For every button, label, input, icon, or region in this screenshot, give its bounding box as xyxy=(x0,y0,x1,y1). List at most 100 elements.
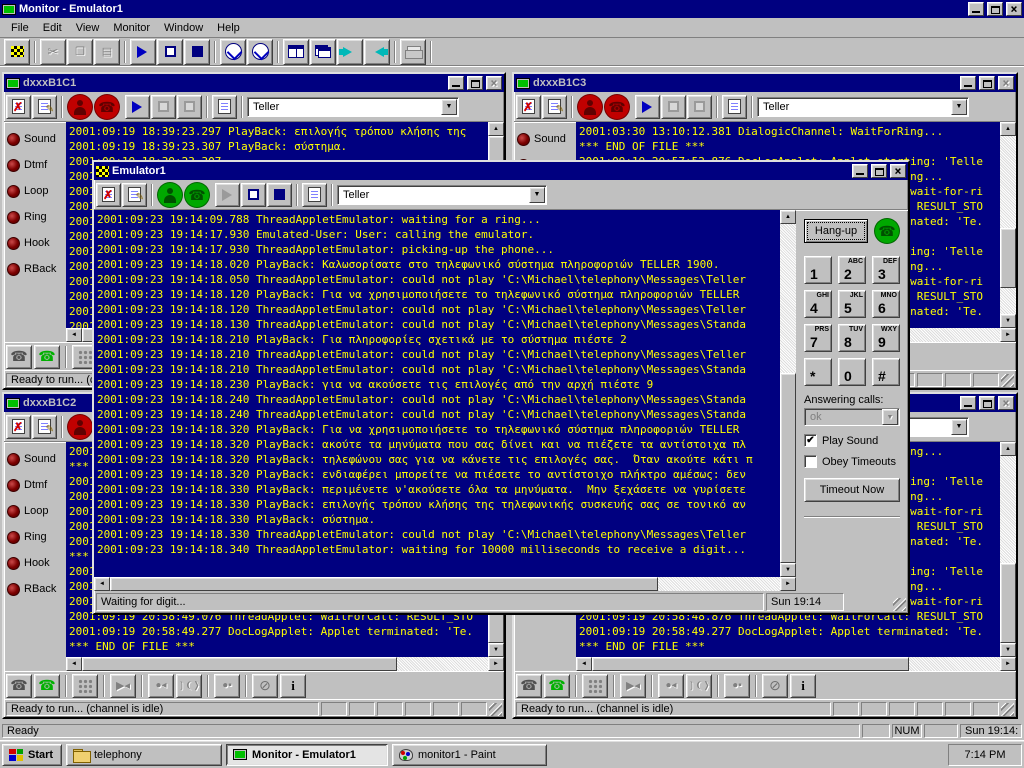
scroll-down-button[interactable]: ▼ xyxy=(780,563,796,577)
keypad-button-7[interactable]: PRS7 xyxy=(804,324,832,352)
abort-button[interactable]: ⊘ xyxy=(252,674,278,698)
obey-timeouts-checkbox[interactable] xyxy=(804,455,817,468)
scroll-right-button[interactable]: ► xyxy=(780,577,796,591)
vertical-scrollbar[interactable]: ▲ ▼ xyxy=(1000,122,1016,328)
prev-window-button[interactable] xyxy=(364,39,390,65)
answering-combo[interactable]: ok ▼ xyxy=(804,408,900,426)
resize-grip[interactable] xyxy=(893,598,906,611)
keypad-button-6[interactable]: MNO6 xyxy=(872,290,900,318)
keypad-button-#[interactable]: # xyxy=(872,358,900,386)
close-button[interactable]: × xyxy=(890,164,906,178)
emulator-titlebar[interactable]: Emulator1 × xyxy=(94,162,908,180)
clear-log-button[interactable]: ✗ xyxy=(96,183,121,207)
connect-button[interactable] xyxy=(220,39,246,65)
scrollbar-thumb[interactable] xyxy=(1000,228,1016,288)
run-all-button[interactable] xyxy=(130,39,156,65)
maximize-button[interactable] xyxy=(987,2,1003,16)
combo-dropdown-button[interactable]: ▼ xyxy=(951,99,967,115)
keypad-button-3[interactable]: DEF3 xyxy=(872,256,900,284)
clear-log-button[interactable]: ✗ xyxy=(6,95,31,119)
combo-dropdown-button[interactable]: ▼ xyxy=(951,419,967,435)
edit-log-button[interactable]: ✎ xyxy=(542,95,567,119)
menu-window[interactable]: Window xyxy=(157,20,210,36)
run-button[interactable] xyxy=(215,183,240,207)
play-file-button[interactable]: ▶◂ xyxy=(110,674,136,698)
run-button[interactable] xyxy=(125,95,150,119)
close-button[interactable]: × xyxy=(998,396,1014,410)
monitor-sound-button[interactable]: ❳❨❭ xyxy=(686,674,712,698)
cut-button[interactable]: ✂ xyxy=(40,39,66,65)
cascade-windows-button[interactable] xyxy=(310,39,336,65)
play-sound-checkbox[interactable]: ✔ xyxy=(804,434,817,447)
minimize-button[interactable] xyxy=(852,164,868,178)
resize-grip[interactable] xyxy=(1001,703,1014,716)
keypad-button-4[interactable]: GHI4 xyxy=(804,290,832,318)
stop-record-button[interactable]: ●▪ xyxy=(724,674,750,698)
vertical-scrollbar[interactable]: ▲ ▼ xyxy=(780,210,796,577)
menu-help[interactable]: Help xyxy=(210,20,247,36)
user-mode-button[interactable] xyxy=(157,182,183,208)
channel-titlebar[interactable]: dxxxB1C1 × xyxy=(4,74,504,92)
next-window-button[interactable] xyxy=(337,39,363,65)
start-button[interactable]: Start xyxy=(2,744,62,766)
user-mode-button[interactable] xyxy=(67,94,93,120)
scroll-left-button[interactable]: ◄ xyxy=(66,657,82,671)
maximize-button[interactable] xyxy=(979,76,995,90)
dialpad-button[interactable] xyxy=(582,674,608,698)
tile-windows-button[interactable] xyxy=(283,39,309,65)
menu-file[interactable]: File xyxy=(4,20,36,36)
scroll-right-button[interactable]: ► xyxy=(1000,657,1016,671)
edit-log-button[interactable]: ✎ xyxy=(122,183,147,207)
disconnect-button[interactable] xyxy=(247,39,273,65)
horizontal-scrollbar[interactable]: ◄ ► xyxy=(94,577,796,591)
menu-monitor[interactable]: Monitor xyxy=(106,20,157,36)
keypad-button-1[interactable]: 1 xyxy=(804,256,832,284)
info-button[interactable]: i xyxy=(790,674,816,698)
task-monitor-emulator1[interactable]: Monitor - Emulator1 xyxy=(226,744,388,766)
pause-button[interactable] xyxy=(241,183,266,207)
scrollbar-thumb[interactable] xyxy=(592,657,909,671)
pause-button[interactable] xyxy=(151,95,176,119)
stop-button[interactable] xyxy=(177,95,202,119)
resize-grip[interactable] xyxy=(1001,374,1014,387)
hangup-phone-button[interactable]: ☎ xyxy=(6,674,32,698)
clear-log-button[interactable]: ✗ xyxy=(6,415,31,439)
task-telephony[interactable]: telephony xyxy=(66,744,222,766)
copy-button[interactable]: ❐ xyxy=(67,39,93,65)
scroll-up-button[interactable]: ▲ xyxy=(780,210,796,224)
vertical-scrollbar[interactable]: ▲ ▼ xyxy=(1000,442,1016,657)
scroll-up-button[interactable]: ▲ xyxy=(488,122,504,136)
maximize-button[interactable] xyxy=(467,76,483,90)
combo-dropdown-button[interactable]: ▼ xyxy=(441,99,457,115)
properties-button[interactable] xyxy=(722,95,747,119)
hangup-button[interactable]: Hang-up xyxy=(804,219,868,243)
monitor-sound-button[interactable]: ❳❨❭ xyxy=(176,674,202,698)
print-button[interactable] xyxy=(400,39,426,65)
hangup-phone-button[interactable]: ☎ xyxy=(6,345,32,369)
scroll-down-button[interactable]: ▼ xyxy=(1000,643,1016,657)
edit-log-button[interactable]: ✎ xyxy=(32,95,57,119)
phone-mode-button[interactable]: ☎ xyxy=(604,94,630,120)
pickup-phone-button[interactable]: ☎ xyxy=(34,674,60,698)
app-titlebar[interactable]: Monitor - Emulator1 × xyxy=(0,0,1024,18)
user-mode-button[interactable] xyxy=(67,414,93,440)
scroll-down-button[interactable]: ▼ xyxy=(1000,314,1016,328)
run-button[interactable] xyxy=(635,95,660,119)
horizontal-scrollbar[interactable]: ◄ ► xyxy=(576,657,1016,671)
scroll-up-button[interactable]: ▲ xyxy=(1000,122,1016,136)
pickup-phone-button[interactable]: ☎ xyxy=(544,674,570,698)
pause-all-button[interactable] xyxy=(157,39,183,65)
maximize-button[interactable] xyxy=(979,396,995,410)
combo-dropdown-button[interactable]: ▼ xyxy=(529,187,545,203)
close-button[interactable]: × xyxy=(1006,2,1022,16)
scroll-left-button[interactable]: ◄ xyxy=(94,577,110,591)
stop-button[interactable] xyxy=(687,95,712,119)
close-button[interactable]: × xyxy=(486,76,502,90)
scrollbar-thumb[interactable] xyxy=(780,373,796,563)
stop-button[interactable] xyxy=(267,183,292,207)
edit-log-button[interactable]: ✎ xyxy=(32,415,57,439)
timeout-now-button[interactable]: Timeout Now xyxy=(804,478,900,502)
minimize-button[interactable] xyxy=(968,2,984,16)
scroll-right-button[interactable]: ► xyxy=(488,657,504,671)
scrollbar-thumb[interactable] xyxy=(110,577,658,591)
